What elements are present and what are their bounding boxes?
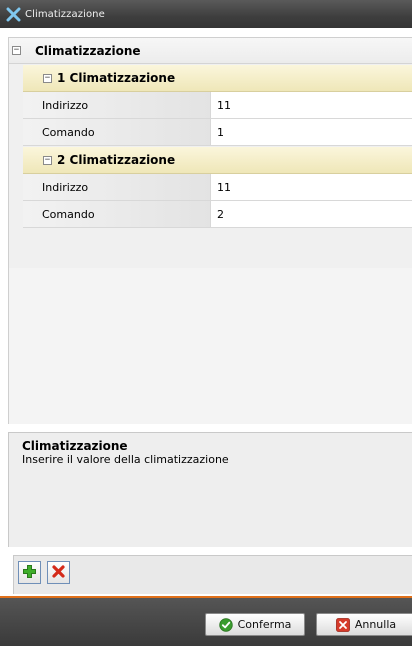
property-row[interactable]: Indirizzo 11 [23,92,412,119]
property-value-field[interactable]: 11 [211,92,412,118]
cancel-label: Annulla [354,618,397,631]
x-icon [51,564,66,582]
cancel-button[interactable]: Annulla [316,613,412,636]
property-value-field[interactable]: 1 [211,119,412,145]
title-bar: Climatizzazione [0,0,412,28]
property-name: Comando [23,119,211,145]
description-panel: Climatizzazione Inserire il valore della… [8,432,412,547]
property-row[interactable]: Indirizzo 11 [23,174,412,201]
description-text: Inserire il valore della climatizzazione [22,453,229,466]
property-row[interactable]: Comando 2 [23,201,412,228]
category-row-2[interactable]: − 2 Climatizzazione [23,147,412,174]
add-button[interactable] [18,561,41,584]
app-logo-icon [6,7,21,22]
plus-icon [22,564,37,582]
property-row[interactable]: Comando 1 [23,119,412,146]
dialog-footer: Conferma Annulla [0,596,412,646]
category-label: 2 Climatizzazione [57,153,176,167]
collapse-icon[interactable]: − [12,46,21,55]
remove-button[interactable] [47,561,70,584]
category-label: 1 Climatizzazione [57,71,176,85]
property-name: Comando [23,201,211,227]
property-grid-rows: − Climatizzazione − 1 Climatizzazione In… [9,38,412,268]
property-grid: − Climatizzazione − 1 Climatizzazione In… [8,37,412,424]
category-row-1[interactable]: − 1 Climatizzazione [23,65,412,92]
collapse-icon[interactable]: − [43,73,52,83]
window-title: Climatizzazione [25,8,105,20]
root-category-row[interactable]: − Climatizzazione [9,38,412,64]
confirm-label: Conferma [237,618,292,631]
root-category-label: Climatizzazione [35,43,141,58]
grid-toolbar [13,555,412,594]
property-value-field[interactable]: 2 [211,201,412,227]
confirm-button[interactable]: Conferma [205,613,305,636]
collapse-icon[interactable]: − [43,155,52,165]
description-title: Climatizzazione [22,439,128,453]
property-name: Indirizzo [23,174,211,200]
check-circle-icon [218,617,233,632]
property-name: Indirizzo [23,92,211,118]
close-square-icon [335,617,350,632]
property-value-field[interactable]: 11 [211,174,412,200]
